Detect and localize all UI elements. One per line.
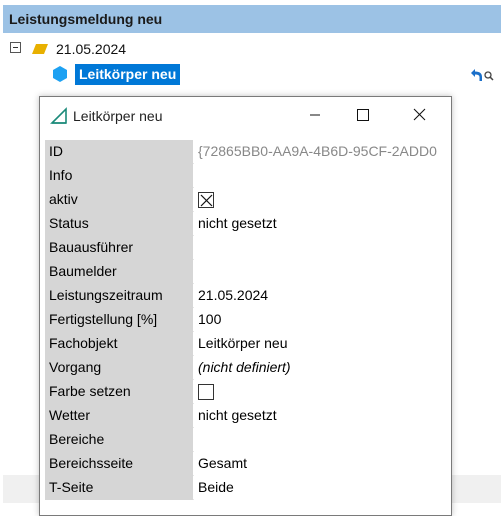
property-value-cell bbox=[194, 188, 448, 212]
property-row-wetter[interactable]: Wetter nicht gesetzt bbox=[45, 404, 448, 428]
property-value[interactable]: Leitkörper neu bbox=[194, 332, 448, 356]
property-row-bereichsseite[interactable]: Bereichsseite Gesamt bbox=[45, 452, 448, 476]
property-value[interactable]: 21.05.2024 bbox=[194, 284, 448, 308]
properties-dialog: Leitkörper neu ID {72865BB0-AA9A-4B6D-95… bbox=[39, 96, 452, 516]
aktiv-checkbox[interactable] bbox=[198, 192, 214, 208]
dialog-app-icon bbox=[50, 107, 67, 124]
property-row-info[interactable]: Info bbox=[45, 164, 448, 188]
property-row-fertigstellung[interactable]: Fertigstellung [%] 100 bbox=[45, 308, 448, 332]
property-row-leistungszeitraum[interactable]: Leistungszeitraum 21.05.2024 bbox=[45, 284, 448, 308]
property-row-aktiv[interactable]: aktiv bbox=[45, 188, 448, 212]
property-row-baumelder[interactable]: Baumelder bbox=[45, 260, 448, 284]
minimize-icon[interactable] bbox=[292, 97, 338, 135]
property-row-bereiche[interactable]: Bereiche bbox=[45, 428, 448, 452]
property-value[interactable]: nicht gesetzt bbox=[194, 404, 448, 428]
property-row-id[interactable]: ID {72865BB0-AA9A-4B6D-95CF-2ADD0 bbox=[45, 140, 448, 164]
tree-node-date[interactable]: 21.05.2024 bbox=[56, 40, 126, 58]
property-row-status[interactable]: Status nicht gesetzt bbox=[45, 212, 448, 236]
panel-header: Leistungsmeldung neu bbox=[3, 5, 501, 33]
property-label: Info bbox=[45, 164, 193, 188]
property-value[interactable] bbox=[194, 164, 448, 188]
property-label: Status bbox=[45, 212, 193, 236]
dialog-titlebar[interactable]: Leitkörper neu bbox=[40, 97, 451, 135]
property-row-bauausfuehrer[interactable]: Bauausführer bbox=[45, 236, 448, 260]
maximize-icon[interactable] bbox=[339, 97, 385, 135]
property-label: Farbe setzen bbox=[45, 380, 193, 404]
hexagon-icon bbox=[53, 66, 67, 82]
property-grid: ID {72865BB0-AA9A-4B6D-95CF-2ADD0 Info a… bbox=[45, 140, 448, 500]
checkmark-icon bbox=[200, 194, 213, 207]
property-value-cell bbox=[194, 380, 448, 404]
property-label: Bereichsseite bbox=[45, 452, 193, 476]
property-value[interactable]: {72865BB0-AA9A-4B6D-95CF-2ADD0 bbox=[194, 140, 448, 164]
dialog-title: Leitkörper neu bbox=[73, 108, 163, 124]
property-label: T-Seite bbox=[45, 476, 193, 500]
tree-node-selected[interactable]: Leitkörper neu bbox=[75, 64, 181, 85]
undo-search-icons[interactable] bbox=[469, 68, 495, 82]
property-row-fachobjekt[interactable]: Fachobjekt Leitkörper neu bbox=[45, 332, 448, 356]
property-label: Wetter bbox=[45, 404, 193, 428]
property-label: Fertigstellung [%] bbox=[45, 308, 193, 332]
property-label: Fachobjekt bbox=[45, 332, 193, 356]
property-value[interactable]: Beide bbox=[194, 476, 448, 500]
panel-title: Leistungsmeldung neu bbox=[9, 11, 163, 27]
property-label: Vorgang bbox=[45, 356, 193, 380]
property-row-vorgang[interactable]: Vorgang (nicht definiert) bbox=[45, 356, 448, 380]
farbe-setzen-checkbox[interactable] bbox=[198, 384, 214, 400]
property-value[interactable] bbox=[194, 260, 448, 284]
property-value[interactable] bbox=[194, 236, 448, 260]
collapse-icon[interactable] bbox=[10, 42, 21, 53]
property-label: ID bbox=[45, 140, 193, 164]
undo-icon[interactable] bbox=[471, 69, 482, 81]
property-value[interactable]: 100 bbox=[194, 308, 448, 332]
property-value[interactable] bbox=[194, 428, 448, 452]
property-row-t-seite[interactable]: T-Seite Beide bbox=[45, 476, 448, 500]
property-value[interactable]: nicht gesetzt bbox=[194, 212, 448, 236]
property-label: Bereiche bbox=[45, 428, 193, 452]
property-value[interactable]: (nicht definiert) bbox=[194, 356, 448, 380]
property-row-farbe-setzen[interactable]: Farbe setzen bbox=[45, 380, 448, 404]
close-icon[interactable] bbox=[396, 97, 442, 135]
search-icon[interactable] bbox=[484, 71, 494, 81]
property-label: Baumelder bbox=[45, 260, 193, 284]
folder-icon bbox=[32, 44, 48, 54]
property-value[interactable]: Gesamt bbox=[194, 452, 448, 476]
property-label: Leistungszeitraum bbox=[45, 284, 193, 308]
property-label: aktiv bbox=[45, 188, 193, 212]
property-label: Bauausführer bbox=[45, 236, 193, 260]
